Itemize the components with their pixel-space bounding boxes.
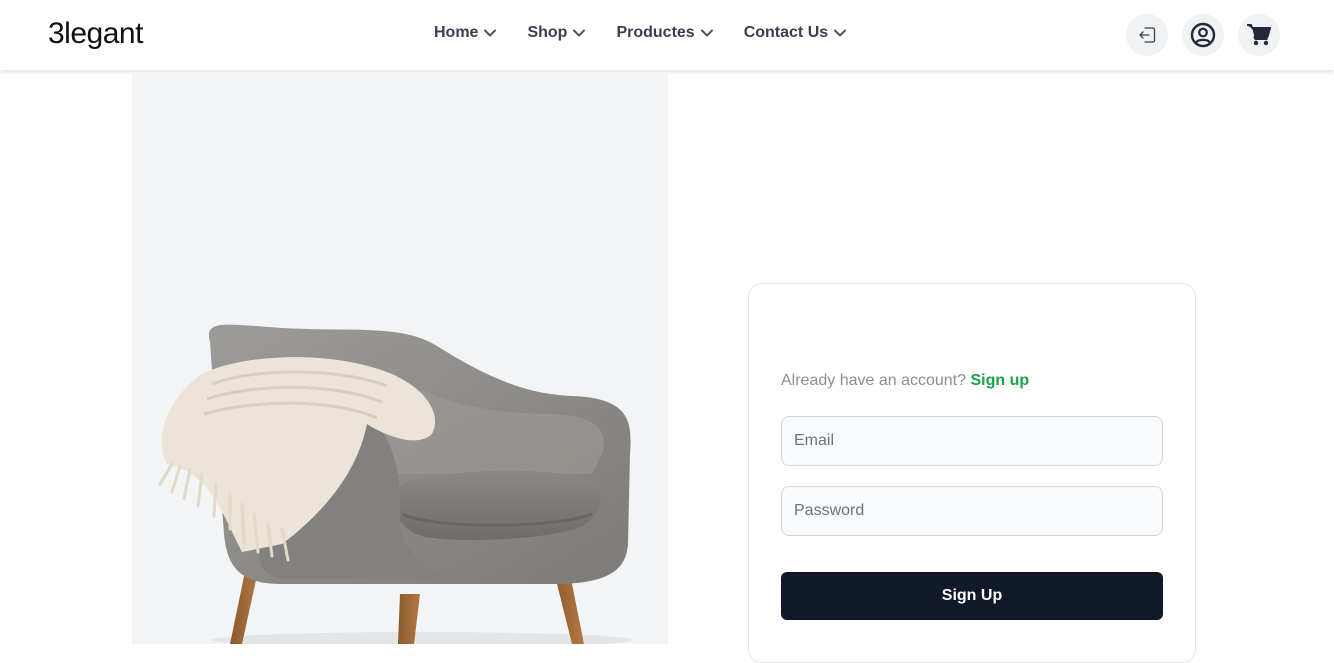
nav-item-contact[interactable]: Contact Us bbox=[744, 24, 847, 42]
logout-icon bbox=[1139, 27, 1156, 43]
already-account-label: Already have an account? bbox=[781, 372, 967, 389]
nav-item-label: Shop bbox=[527, 24, 568, 41]
signup-button[interactable]: Sign Up bbox=[781, 572, 1163, 620]
main-nav: Home Shop Productes Contact Us bbox=[434, 24, 847, 42]
chevron-down-icon bbox=[573, 29, 586, 37]
signin-link[interactable]: Sign up bbox=[970, 372, 1029, 389]
armchair-illustration bbox=[158, 324, 632, 644]
chevron-down-icon bbox=[484, 29, 497, 37]
account-icon bbox=[1190, 22, 1216, 48]
logout-button[interactable] bbox=[1126, 14, 1168, 56]
nav-item-label: Productes bbox=[616, 24, 695, 41]
nav-item-products[interactable]: Productes bbox=[616, 24, 713, 42]
logo[interactable]: 3legant bbox=[48, 17, 143, 51]
password-field[interactable] bbox=[781, 486, 1163, 536]
signup-card: Already have an account? Sign up Sign Up bbox=[748, 283, 1196, 663]
email-field[interactable] bbox=[781, 416, 1163, 466]
nav-item-label: Home bbox=[434, 24, 479, 41]
cart-icon bbox=[1247, 24, 1271, 46]
nav-item-home[interactable]: Home bbox=[434, 24, 497, 42]
chevron-down-icon bbox=[700, 29, 713, 37]
navbar: 3legant Home Shop Productes Contact Us bbox=[0, 0, 1334, 70]
cart-button[interactable] bbox=[1238, 14, 1280, 56]
hero-image bbox=[132, 74, 668, 644]
already-account-text: Already have an account? Sign up bbox=[781, 372, 1029, 390]
nav-item-label: Contact Us bbox=[743, 24, 829, 41]
account-button[interactable] bbox=[1182, 14, 1224, 56]
chevron-down-icon bbox=[834, 29, 847, 37]
nav-item-shop[interactable]: Shop bbox=[527, 24, 586, 42]
